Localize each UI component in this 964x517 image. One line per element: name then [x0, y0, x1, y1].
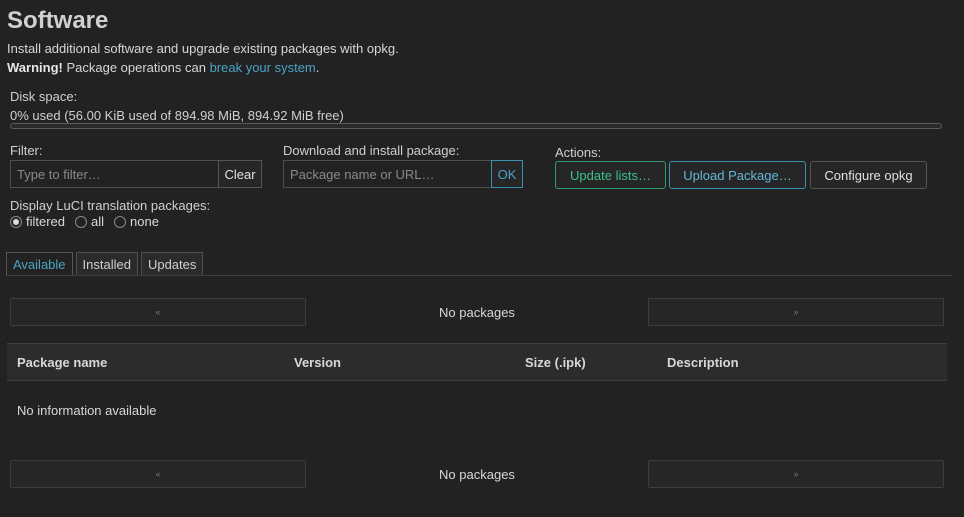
- pager-status-bottom: No packages: [439, 466, 515, 482]
- translation-label: Display LuCI translation packages:: [10, 198, 211, 213]
- warning-label: Warning!: [7, 60, 63, 75]
- update-lists-button[interactable]: Update lists…: [555, 161, 666, 189]
- tab-available[interactable]: Available: [6, 252, 73, 276]
- pager-next-button-bottom[interactable]: »: [648, 460, 944, 488]
- package-url-input[interactable]: [283, 160, 492, 188]
- download-label: Download and install package:: [283, 143, 460, 158]
- tab-installed[interactable]: Installed: [75, 252, 138, 276]
- column-version: Version: [294, 355, 341, 370]
- radio-none-label: none: [130, 214, 159, 229]
- pager-top: « No packages »: [10, 298, 944, 326]
- translation-radio-group: filtered all none: [10, 214, 169, 229]
- configure-opkg-button[interactable]: Configure opkg: [810, 161, 927, 189]
- filter-label: Filter:: [10, 143, 43, 158]
- column-package-name: Package name: [17, 355, 108, 370]
- ok-button[interactable]: OK: [491, 160, 523, 188]
- disk-usage-bar: [10, 123, 942, 129]
- clear-button[interactable]: Clear: [218, 160, 262, 188]
- break-system-link[interactable]: break your system: [210, 60, 316, 75]
- pager-prev-button-bottom[interactable]: «: [10, 460, 306, 488]
- table-header: Package name Version Size (.ipk) Descrip…: [7, 343, 947, 381]
- warning-text: Package operations can: [62, 60, 210, 75]
- tab-divider: [6, 275, 952, 276]
- disk-space-label: Disk space:: [10, 89, 78, 104]
- disk-usage-text: 0% used (56.00 KiB used of 894.98 MiB, 8…: [10, 108, 344, 123]
- table-empty-message: No information available: [17, 403, 157, 418]
- actions-group: Update lists… Upload Package… Configure …: [555, 161, 927, 189]
- radio-filtered-label: filtered: [26, 214, 66, 229]
- radio-all[interactable]: all: [75, 214, 104, 229]
- radio-all-indicator[interactable]: [75, 215, 88, 228]
- page-description: Install additional software and upgrade …: [7, 41, 399, 56]
- radio-none-indicator[interactable]: [114, 215, 127, 228]
- actions-label: Actions:: [555, 145, 602, 160]
- radio-all-label: all: [91, 214, 105, 229]
- filter-input[interactable]: [10, 160, 219, 188]
- column-description: Description: [667, 355, 739, 370]
- warning-message: Warning! Package operations can break yo…: [7, 59, 319, 76]
- pager-bottom: « No packages »: [10, 460, 944, 488]
- pager-next-button[interactable]: »: [648, 298, 944, 326]
- filter-group: Clear: [10, 160, 262, 188]
- column-size: Size (.ipk): [525, 355, 586, 370]
- pager-prev-button[interactable]: «: [10, 298, 306, 326]
- tab-updates[interactable]: Updates: [140, 252, 204, 276]
- package-tabs: Available Installed Updates: [6, 252, 206, 276]
- upload-package-button[interactable]: Upload Package…: [669, 161, 806, 189]
- radio-none[interactable]: none: [114, 214, 159, 229]
- radio-filtered-indicator[interactable]: [10, 215, 22, 228]
- pager-status: No packages: [439, 304, 515, 320]
- download-group: OK: [283, 160, 523, 188]
- warning-end: .: [315, 60, 320, 75]
- radio-filtered[interactable]: filtered: [10, 214, 65, 229]
- page-title: Software: [7, 7, 109, 34]
